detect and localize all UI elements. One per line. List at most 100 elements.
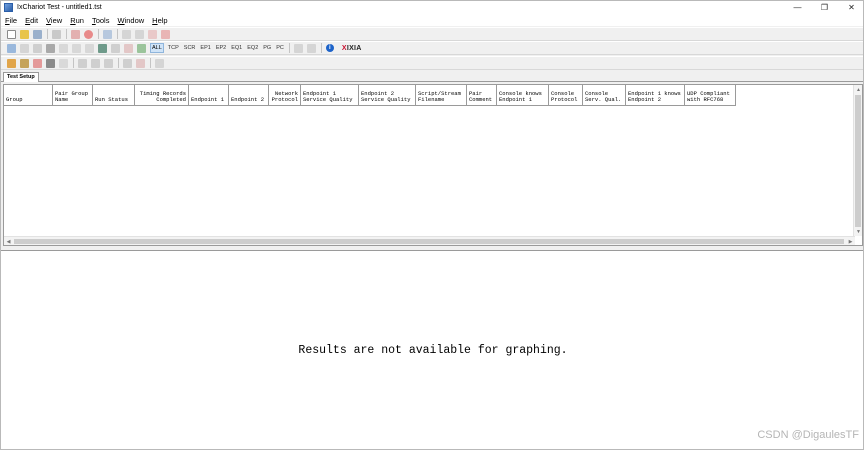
- toolbar-separator: [73, 58, 74, 68]
- column-header-timing-records[interactable]: Timing Records Completed: [135, 85, 189, 105]
- back-icon[interactable]: [59, 43, 68, 53]
- tools-toolbar: [1, 56, 863, 70]
- open-folder-icon[interactable]: [20, 29, 29, 39]
- copy-pair-icon[interactable]: [135, 29, 144, 39]
- toolbar-separator: [117, 29, 118, 39]
- column-header-endpoint-2-service-quality[interactable]: Endpoint 2 Service Quality: [359, 85, 416, 105]
- cut-icon[interactable]: [71, 29, 80, 39]
- table-icon[interactable]: [136, 58, 145, 68]
- grid-header-row: Group Pair Group Name Run Status Timing …: [4, 85, 736, 106]
- column-header-endpoint-1-service-quality[interactable]: Endpoint 1 Service Quality: [301, 85, 359, 105]
- toolbar-separator: [47, 29, 48, 39]
- menu-help[interactable]: Help: [152, 16, 167, 25]
- edit-pair-icon[interactable]: [148, 29, 157, 39]
- fit-icon[interactable]: [104, 58, 113, 68]
- settings-icon[interactable]: [46, 58, 55, 68]
- column-header-pair-comment[interactable]: Pair Comment: [467, 85, 497, 105]
- column-header-udp-compliant[interactable]: UDP Compliant with RFC768: [685, 85, 736, 105]
- network-icon[interactable]: [98, 43, 107, 53]
- chart-icon[interactable]: [111, 43, 120, 53]
- grid-vertical-scrollbar[interactable]: ▲ ▼: [853, 85, 862, 236]
- filter-pg[interactable]: PG: [262, 44, 272, 52]
- filter-all[interactable]: ALL: [150, 43, 164, 53]
- menu-run[interactable]: Run: [70, 16, 84, 25]
- column-header-run-status[interactable]: Run Status: [93, 85, 135, 105]
- grid-icon[interactable]: [123, 58, 132, 68]
- layout-icon[interactable]: [155, 58, 164, 68]
- new-file-icon[interactable]: [7, 29, 16, 39]
- app-icon: [4, 3, 13, 12]
- window-controls: — ❐ ✕: [784, 1, 863, 14]
- column-header-endpoint-1-knows-endpoint-2[interactable]: Endpoint 1 knows Endpoint 2: [626, 85, 685, 105]
- main-toolbar: [1, 27, 863, 41]
- filter-ep2[interactable]: EP2: [215, 44, 227, 52]
- filter-tcp[interactable]: TCP: [167, 44, 180, 52]
- scroll-left-icon[interactable]: ◀: [4, 237, 13, 246]
- watermark: CSDN @DigaulesTF: [757, 429, 859, 441]
- filter-scr[interactable]: SCR: [183, 44, 197, 52]
- grid-horizontal-scrollbar[interactable]: ◀ ▶: [4, 236, 855, 245]
- properties-icon[interactable]: [103, 29, 112, 39]
- abort-icon[interactable]: [20, 58, 29, 68]
- info-icon[interactable]: i: [325, 44, 334, 52]
- print-icon[interactable]: [52, 29, 61, 39]
- filter-ep1[interactable]: EP1: [199, 44, 211, 52]
- restore-button[interactable]: ❐: [811, 1, 838, 14]
- run-icon[interactable]: [7, 58, 16, 68]
- menu-window[interactable]: Window: [117, 16, 144, 25]
- pairs-grid: Group Pair Group Name Run Status Timing …: [3, 84, 863, 246]
- column-header-console-serv-qual[interactable]: Console Serv. Qual.: [583, 85, 626, 105]
- window-title: IxChariot Test - untitled1.tst: [17, 4, 102, 11]
- toolbar-separator: [320, 43, 322, 53]
- filter-eq1[interactable]: EQ1: [230, 44, 243, 52]
- column-header-script-filename[interactable]: Script/Stream Filename: [416, 85, 467, 105]
- toolbar-separator: [288, 43, 290, 53]
- column-header-network-protocol[interactable]: Network Protocol: [269, 85, 301, 105]
- delete-pair-icon[interactable]: [161, 29, 170, 39]
- close-button[interactable]: ✕: [838, 1, 863, 14]
- edit-icon[interactable]: [85, 43, 94, 53]
- collapse-icon[interactable]: [91, 58, 100, 68]
- link-icon[interactable]: [72, 43, 81, 53]
- ixia-logo: XIXIA: [341, 44, 362, 52]
- column-header-endpoint-1[interactable]: Endpoint 1: [189, 85, 229, 105]
- column-header-endpoint-2[interactable]: Endpoint 2: [229, 85, 269, 105]
- graph-pane: Results are not available for graphing. …: [1, 251, 863, 449]
- scroll-thumb[interactable]: [14, 239, 844, 244]
- filter-eq2[interactable]: EQ2: [246, 44, 259, 52]
- filter-icon[interactable]: [137, 43, 146, 53]
- group-icon[interactable]: [33, 43, 42, 53]
- stop-icon[interactable]: [84, 29, 93, 39]
- menu-tools[interactable]: Tools: [92, 16, 110, 25]
- column-header-console-knows-endpoint-1[interactable]: Console knows Endpoint 1: [497, 85, 549, 105]
- scroll-thumb[interactable]: [855, 95, 861, 227]
- clear-icon[interactable]: [59, 58, 68, 68]
- zoom-in-icon[interactable]: [293, 43, 303, 53]
- move-icon[interactable]: [20, 43, 29, 53]
- menu-file[interactable]: File: [5, 16, 17, 25]
- toolbar-separator: [98, 29, 99, 39]
- add-pair-icon[interactable]: [122, 29, 131, 39]
- menu-view[interactable]: View: [46, 16, 62, 25]
- undo-icon[interactable]: [7, 43, 16, 53]
- tab-test-setup[interactable]: Test Setup: [3, 72, 39, 82]
- tab-strip: Test Setup: [1, 71, 863, 82]
- filter-pc[interactable]: PC: [275, 44, 285, 52]
- scroll-down-icon[interactable]: ▼: [854, 227, 863, 236]
- scroll-up-icon[interactable]: ▲: [854, 85, 863, 94]
- menu-edit[interactable]: Edit: [25, 16, 38, 25]
- column-header-group[interactable]: Group: [4, 85, 53, 105]
- column-header-pair-group-name[interactable]: Pair Group Name: [53, 85, 93, 105]
- minimize-button[interactable]: —: [784, 1, 811, 14]
- filter-toolbar: ALL TCP SCR EP1 EP2 EQ1 EQ2 PG PC i XIXI…: [1, 41, 863, 55]
- report-icon[interactable]: [124, 43, 133, 53]
- title-bar: IxChariot Test - untitled1.tst — ❐ ✕: [1, 1, 863, 14]
- scroll-right-icon[interactable]: ▶: [846, 237, 855, 246]
- stop-run-icon[interactable]: [33, 58, 42, 68]
- share-icon[interactable]: [46, 43, 55, 53]
- column-header-console-protocol[interactable]: Console Protocol: [549, 85, 583, 105]
- toolbar-separator: [150, 58, 151, 68]
- save-icon[interactable]: [33, 29, 42, 39]
- zoom-out-icon[interactable]: [306, 43, 316, 53]
- expand-icon[interactable]: [78, 58, 87, 68]
